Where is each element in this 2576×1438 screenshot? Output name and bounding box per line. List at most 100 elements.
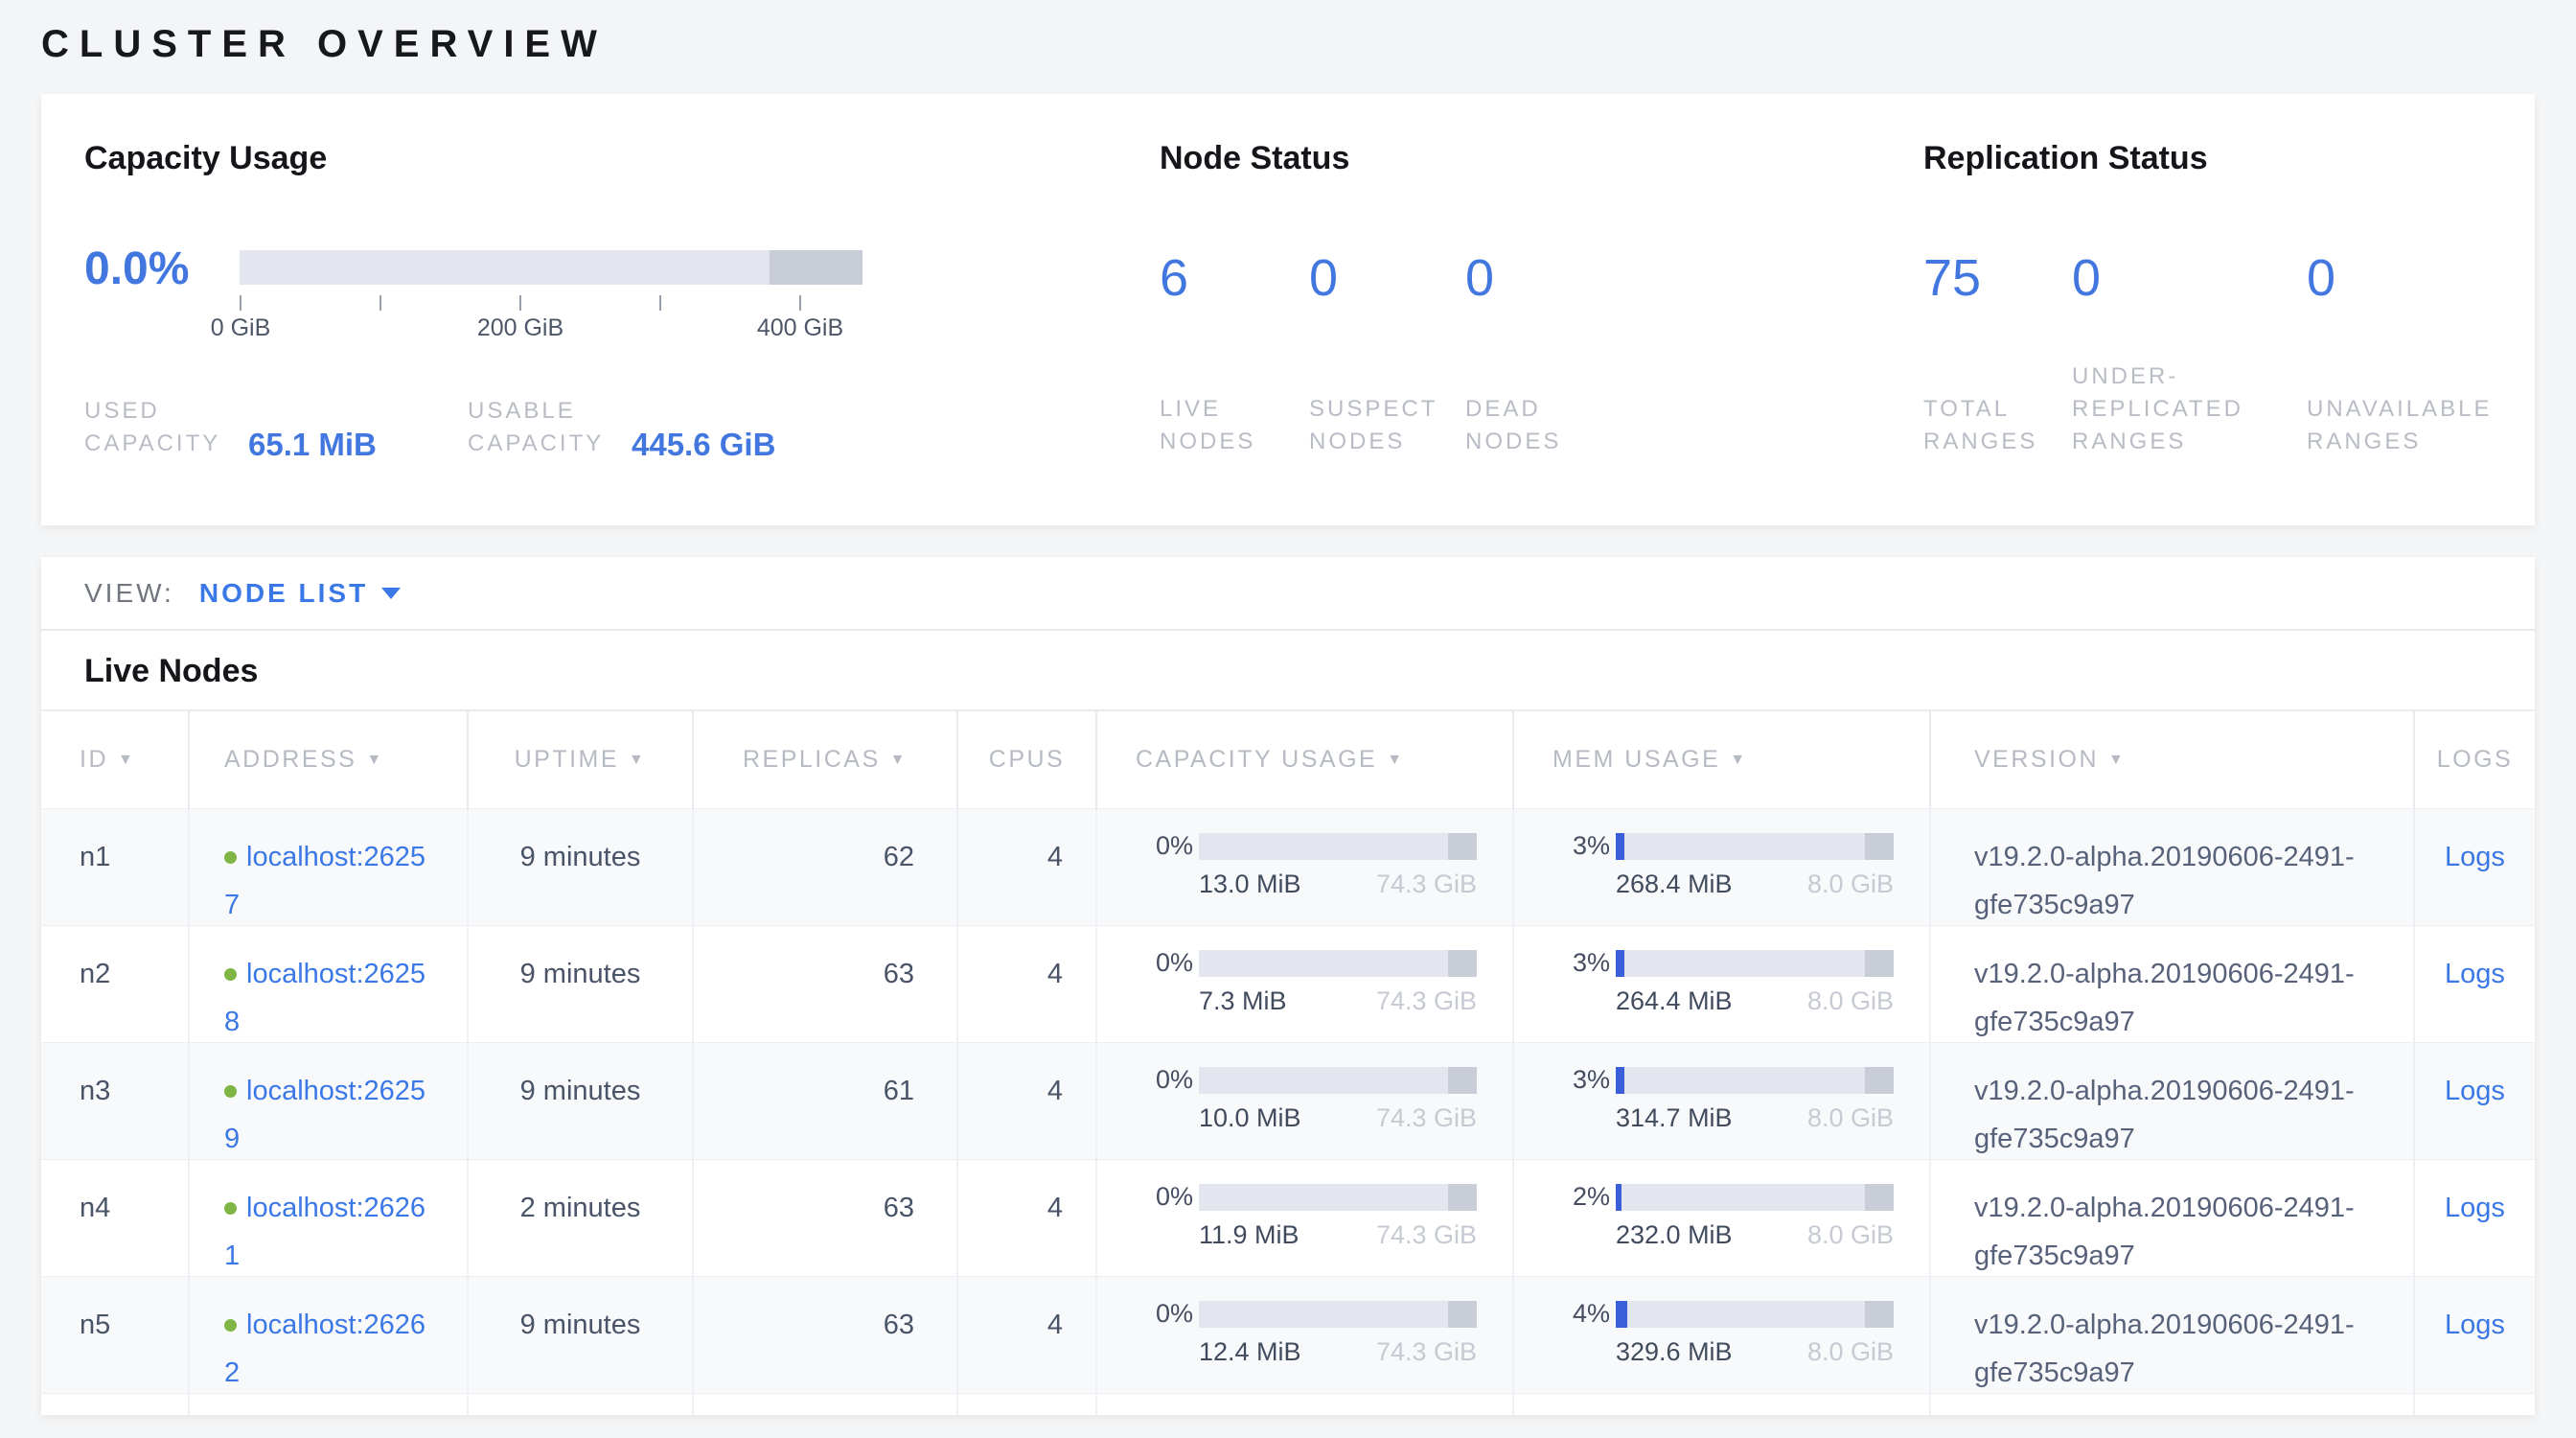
capacity-meter-cap	[1448, 950, 1477, 977]
live-nodes-stat: 6 LIVE NODES	[1160, 252, 1309, 458]
mem-meter-bar	[1616, 1067, 1894, 1094]
mem-total-value: 8.0 GiB	[1807, 870, 1894, 899]
summary-card: Capacity Usage 0.0%	[41, 94, 2535, 525]
stat-value: 0	[2307, 252, 2513, 304]
axis-tick-label: 400 GiB	[757, 314, 843, 342]
column-header-uptime[interactable]: UPTIME▼	[469, 711, 694, 808]
logs-link[interactable]: Logs	[2445, 1076, 2505, 1106]
dead-nodes-stat: 0 DEAD NODES	[1465, 252, 1657, 458]
capacity-meter-cap	[1448, 1301, 1477, 1328]
stat-label: TOTAL RANGES	[1923, 393, 2072, 458]
mem-percent-label: 3%	[1552, 831, 1610, 861]
axis-tick-label: 0 GiB	[211, 314, 271, 342]
mem-percent-label: 4%	[1552, 1299, 1610, 1329]
version-cell: v19.2.0-alpha.20190606-2491-gfe735c9a97	[1931, 1043, 2415, 1159]
logs-link[interactable]: Logs	[2445, 1310, 2505, 1340]
mem-meter-cap	[1865, 1184, 1894, 1211]
partial-next-row	[41, 1393, 2535, 1415]
node-address-link[interactable]: localhost:26257	[224, 842, 426, 920]
column-header-replicas[interactable]: REPLICAS▼	[694, 711, 958, 808]
table-row: n5 localhost:26262 9 minutes 63 4 0% 12.…	[41, 1276, 2535, 1393]
logs-cell: Logs	[2415, 926, 2535, 1042]
node-address-cell: localhost:26258	[190, 926, 469, 1042]
live-status-dot	[224, 1085, 237, 1098]
node-address-cell: localhost:26259	[190, 1043, 469, 1159]
sort-desc-icon: ▼	[1387, 752, 1404, 769]
mem-total-value: 8.0 GiB	[1807, 986, 1894, 1016]
table-row: n4 localhost:26261 2 minutes 63 4 0% 11.…	[41, 1159, 2535, 1276]
logs-link[interactable]: Logs	[2445, 842, 2505, 872]
replicas-cell: 63	[694, 1160, 958, 1276]
used-capacity-label: USED CAPACITY	[84, 395, 242, 460]
capacity-percent-label: 0%	[1136, 948, 1193, 978]
dropdown-caret-icon	[381, 588, 401, 599]
capacity-used-value: 12.4 MiB	[1199, 1337, 1301, 1367]
capacity-percent-label: 0%	[1136, 1182, 1193, 1212]
mem-percent-label: 3%	[1552, 1065, 1610, 1095]
logs-link[interactable]: Logs	[2445, 959, 2505, 989]
sort-desc-icon: ▼	[1730, 752, 1747, 769]
stat-value: 0	[2072, 252, 2307, 304]
capacity-percent-label: 0%	[1136, 1299, 1193, 1329]
node-list-selector[interactable]: NODE LIST	[199, 578, 401, 609]
column-header-capacity-usage[interactable]: CAPACITY USAGE▼	[1097, 711, 1514, 808]
uptime-cell: 9 minutes	[469, 926, 694, 1042]
table-row: n3 localhost:26259 9 minutes 61 4 0% 10.…	[41, 1042, 2535, 1159]
axis-tick-label: 200 GiB	[477, 314, 564, 342]
capacity-total-value: 74.3 GiB	[1376, 1337, 1477, 1367]
node-address-link[interactable]: localhost:26261	[224, 1193, 426, 1271]
logs-cell: Logs	[2415, 1160, 2535, 1276]
mem-meter-fill	[1616, 833, 1624, 860]
capacity-usage-cell: 0% 11.9 MiB74.3 GiB	[1097, 1160, 1514, 1276]
sort-desc-icon: ▼	[366, 752, 383, 769]
capacity-usage-cell: 0% 10.0 MiB74.3 GiB	[1097, 1043, 1514, 1159]
node-address-cell: localhost:26261	[190, 1160, 469, 1276]
capacity-meter-cap	[1448, 1184, 1477, 1211]
mem-usage-cell: 3% 268.4 MiB8.0 GiB	[1514, 809, 1931, 925]
axis-tick	[659, 295, 661, 311]
version-cell: v19.2.0-alpha.20190606-2491-gfe735c9a97	[1931, 926, 2415, 1042]
column-header-id[interactable]: ID▼	[41, 711, 190, 808]
mem-total-value: 8.0 GiB	[1807, 1103, 1894, 1133]
capacity-gauge-bar	[240, 250, 862, 285]
column-header-cpus: CPUS	[958, 711, 1097, 808]
mem-used-value: 314.7 MiB	[1616, 1103, 1733, 1133]
usable-capacity-label: USABLE CAPACITY	[468, 395, 626, 460]
node-address-link[interactable]: localhost:26262	[224, 1310, 426, 1388]
node-address-link[interactable]: localhost:26258	[224, 959, 426, 1037]
node-id-cell: n1	[41, 809, 190, 925]
table-row: n2 localhost:26258 9 minutes 63 4 0% 7.3…	[41, 925, 2535, 1042]
usable-capacity-value: 445.6 GiB	[632, 427, 775, 463]
cpus-cell: 4	[958, 926, 1097, 1042]
column-header-version[interactable]: VERSION▼	[1931, 711, 2415, 808]
table-row: n1 localhost:26257 9 minutes 62 4 0% 13.…	[41, 808, 2535, 925]
mem-total-value: 8.0 GiB	[1807, 1220, 1894, 1250]
unavailable-ranges-stat: 0 UNAVAILABLE RANGES	[2307, 252, 2513, 458]
logs-link[interactable]: Logs	[2445, 1193, 2505, 1223]
mem-used-value: 329.6 MiB	[1616, 1337, 1733, 1367]
capacity-usage-title: Capacity Usage	[84, 140, 1160, 177]
sort-desc-icon: ▼	[629, 752, 646, 769]
live-status-dot	[224, 968, 237, 981]
column-header-mem-usage[interactable]: MEM USAGE▼	[1514, 711, 1931, 808]
live-status-dot	[224, 1319, 237, 1332]
replication-status-section: Replication Status 75 TOTAL RANGES 0 UND…	[1923, 140, 2513, 525]
stat-value: 0	[1465, 252, 1657, 304]
node-id-cell: n2	[41, 926, 190, 1042]
capacity-percent-label: 0%	[1136, 831, 1193, 861]
logs-cell: Logs	[2415, 1277, 2535, 1393]
mem-usage-cell: 3% 314.7 MiB 8.0 GiB	[1514, 1043, 1931, 1159]
column-header-address[interactable]: ADDRESS▼	[190, 711, 469, 808]
axis-tick	[799, 295, 801, 311]
uptime-cell: 9 minutes	[469, 1043, 694, 1159]
axis-tick	[240, 295, 242, 311]
axis-tick	[519, 295, 521, 311]
replicas-cell: 63	[694, 1277, 958, 1393]
mem-usage-cell: 4% 329.6 MiB8.0 GiB	[1514, 1277, 1931, 1393]
uptime-cell: 9 minutes	[469, 809, 694, 925]
capacity-gauge: 0.0% 0 GiB 200 GiB	[84, 250, 1160, 345]
replication-status-title: Replication Status	[1923, 140, 2513, 177]
node-address-link[interactable]: localhost:26259	[224, 1076, 426, 1154]
capacity-total-value: 74.3 GiB	[1376, 1220, 1477, 1250]
capacity-usage-cell: 0% 13.0 MiB74.3 GiB	[1097, 809, 1514, 925]
